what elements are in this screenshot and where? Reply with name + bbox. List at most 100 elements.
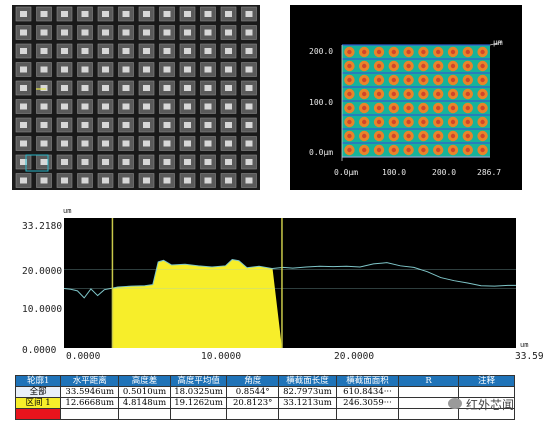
pixel-center: [61, 66, 68, 73]
pixel-center: [245, 11, 253, 17]
map-ytick: 100.0: [309, 98, 334, 107]
pixel-center: [61, 159, 68, 165]
pixel-center: [143, 29, 150, 36]
map-dot-core: [362, 63, 367, 69]
pixel-center: [204, 29, 212, 36]
table-header-cell: 水平距离: [60, 375, 120, 387]
profile-ytick: 0.0000: [22, 345, 57, 356]
map-dot-core: [376, 105, 382, 111]
pixel-center: [61, 177, 68, 184]
pixel-center: [184, 122, 191, 128]
pixel-center: [61, 103, 68, 110]
table-cell-empty: [278, 408, 337, 420]
map-dot-core: [450, 147, 456, 153]
profile-x-unit: um: [520, 341, 529, 349]
map-unit-label: μm: [493, 38, 503, 47]
pixel-center: [20, 122, 27, 128]
pixel-center: [61, 48, 68, 54]
table-header-cell: 高度差: [118, 375, 171, 387]
pixel-center: [184, 85, 191, 91]
table-cell: 33.5946um: [60, 386, 120, 398]
pixel-center: [184, 48, 191, 54]
pixel-center: [163, 11, 171, 17]
height-map-panel: 200.0 100.0 0.0μm 0.0μm 100.0 200.0 286.…: [290, 5, 522, 190]
map-dot-core: [406, 119, 411, 125]
table-cell-empty: [14, 408, 62, 420]
table-cell-empty: [118, 408, 171, 420]
pixel-center: [102, 159, 109, 165]
pixel-center: [163, 85, 171, 91]
pixel-center: [20, 48, 27, 54]
map-dot-core: [465, 133, 470, 139]
pixel-center: [225, 103, 232, 110]
pixel-center: [143, 103, 150, 110]
map-dot-core: [450, 77, 456, 83]
map-dot-core: [421, 91, 426, 97]
pixel-center: [245, 140, 253, 147]
pixel-center: [245, 177, 253, 184]
pixel-center: [163, 122, 171, 128]
map-dot-core: [436, 119, 441, 125]
map-dot-core: [450, 91, 456, 97]
pixel-center: [122, 103, 130, 110]
table-row[interactable]: 全部 33.5946um 0.5010um 18.0325um 0.8544° …: [14, 386, 515, 398]
map-dot-core: [480, 105, 485, 111]
profile-ytick: 20.0000: [22, 266, 63, 277]
map-dot-core: [465, 49, 470, 55]
pixel-center: [61, 11, 68, 17]
map-dot-core: [347, 63, 352, 69]
microscope-image: [12, 5, 260, 190]
pixel-center: [81, 48, 89, 54]
pixel-center: [81, 29, 89, 36]
pixel-center: [40, 159, 48, 165]
map-dot-core: [347, 49, 352, 55]
pixel-center: [245, 29, 253, 36]
table-row[interactable]: 区间 1 12.6668um 4.8148um 19.1262um 20.812…: [14, 397, 515, 409]
pixel-center: [143, 48, 150, 54]
pixel-center: [102, 140, 109, 147]
pixel-center: [245, 85, 253, 91]
pixel-center: [204, 48, 212, 54]
table-row[interactable]: [14, 408, 515, 420]
table-cell: [398, 386, 460, 398]
table-cell: 610.8434···: [335, 386, 400, 398]
table-header-cell: 角度: [226, 375, 279, 387]
table-cell: 全部: [14, 386, 62, 398]
pixel-center: [122, 11, 130, 17]
pixel-center: [225, 66, 232, 73]
map-ytick: 0.0μm: [309, 148, 334, 157]
pixel-center: [163, 177, 171, 184]
map-dot-core: [450, 105, 456, 111]
map-dot-core: [421, 119, 426, 125]
map-dot-core: [465, 119, 470, 125]
map-dot-core: [347, 133, 352, 139]
pixel-center: [20, 66, 27, 73]
pixel-center: [40, 48, 48, 54]
pixel-center: [40, 29, 48, 36]
table-header-cell: 轮廓1: [14, 375, 62, 387]
pixel-center: [184, 159, 191, 165]
table-cell: 0.8544°: [226, 386, 279, 398]
pixel-center: [102, 29, 109, 36]
pixel-center: [102, 122, 109, 128]
map-xtick: 0.0μm: [334, 168, 359, 177]
pixel-center: [143, 66, 150, 73]
pixel-center: [204, 66, 212, 73]
pixel-center: [204, 140, 212, 147]
map-dot-core: [347, 77, 352, 83]
pixel-center: [143, 11, 150, 17]
pixel-center: [102, 103, 109, 110]
map-dot-core: [376, 49, 382, 55]
map-dot-core: [436, 77, 441, 83]
map-dot-core: [347, 147, 352, 153]
pixel-center: [184, 29, 191, 36]
map-dot-core: [376, 119, 382, 125]
map-dot-core: [391, 49, 396, 55]
pixel-center: [122, 85, 130, 91]
pixel-center: [225, 140, 232, 147]
pixel-center: [143, 85, 150, 91]
profile-y-unit: um: [63, 207, 72, 215]
pixel-center: [81, 11, 89, 17]
pixel-center: [20, 103, 27, 110]
pixel-center: [20, 11, 27, 17]
